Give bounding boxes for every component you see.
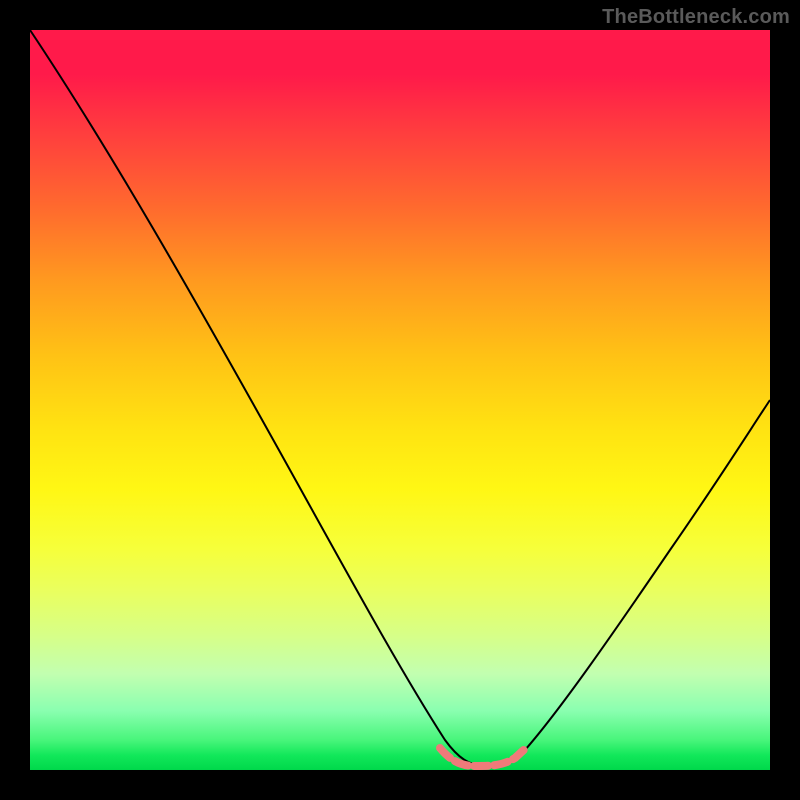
watermark-text: TheBottleneck.com — [602, 6, 790, 29]
bottleneck-curve — [30, 30, 770, 766]
chart-frame: TheBottleneck.com — [0, 0, 800, 800]
plot-area — [30, 30, 770, 770]
curve-layer — [30, 30, 770, 770]
